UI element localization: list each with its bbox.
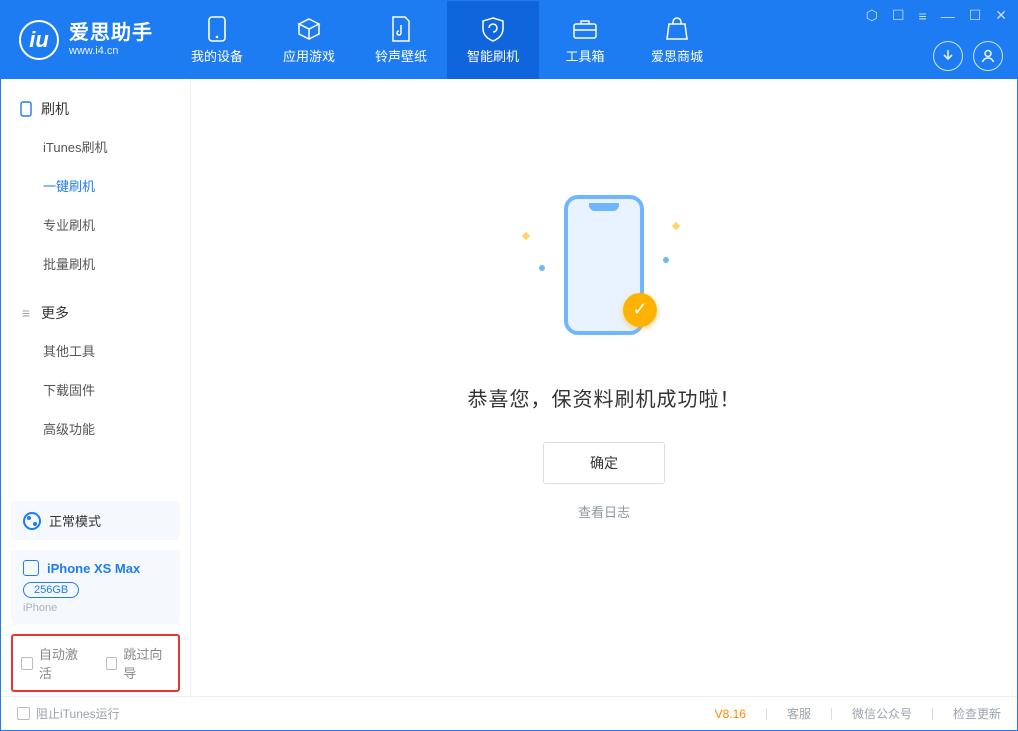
bag-icon: [664, 16, 690, 42]
sidebar-item-download-fw[interactable]: 下载固件: [1, 370, 190, 409]
divider: [831, 708, 832, 720]
flash-options-highlighted: 自动激活 跳过向导: [11, 634, 180, 692]
checkbox-label: 跳过向导: [123, 644, 170, 682]
close-button[interactable]: ✕: [995, 7, 1007, 24]
section-label: 更多: [41, 303, 69, 323]
music-file-icon: [388, 16, 414, 42]
checkbox-icon: [17, 707, 30, 720]
sidebar-item-oneclick-flash[interactable]: 一键刷机: [1, 166, 190, 205]
checkbox-block-itunes[interactable]: 阻止iTunes运行: [17, 705, 120, 722]
ok-button[interactable]: 确定: [543, 442, 665, 484]
sidebar-item-batch-flash[interactable]: 批量刷机: [1, 244, 190, 283]
minimize-button[interactable]: —: [941, 8, 955, 24]
device-small-icon: [23, 560, 39, 576]
wechat-link[interactable]: 微信公众号: [852, 705, 912, 722]
version-label: V8.16: [715, 707, 746, 721]
tab-apps-games[interactable]: 应用游戏: [263, 1, 355, 79]
sidebar-item-advanced[interactable]: 高级功能: [1, 409, 190, 448]
tab-smart-flash[interactable]: 智能刷机: [447, 1, 539, 79]
body: 刷机 iTunes刷机 一键刷机 专业刷机 批量刷机 ≡ 更多 其他工具 下载固…: [1, 79, 1017, 696]
app-window: iu 爱思助手 www.i4.cn 我的设备 应用游戏 铃声壁纸 智能刷机: [0, 0, 1018, 731]
feedback-icon[interactable]: ☐: [892, 7, 905, 24]
main-tabs: 我的设备 应用游戏 铃声壁纸 智能刷机 工具箱 爱思商城: [171, 1, 723, 79]
footer: 阻止iTunes运行 V8.16 客服 微信公众号 检查更新: [1, 696, 1017, 730]
brand: iu 爱思助手 www.i4.cn: [1, 1, 171, 79]
tab-toolbox[interactable]: 工具箱: [539, 1, 631, 79]
tab-label: 工具箱: [565, 46, 604, 65]
main-content: ✓ 恭喜您，保资料刷机成功啦！ 确定 查看日志: [191, 79, 1017, 696]
sidebar-section-more: ≡ 更多: [1, 289, 190, 331]
checkbox-label: 阻止iTunes运行: [36, 705, 120, 722]
tab-label: 智能刷机: [467, 46, 519, 65]
mode-label: 正常模式: [49, 511, 101, 530]
tab-store[interactable]: 爱思商城: [631, 1, 723, 79]
sidebar-item-other-tools[interactable]: 其他工具: [1, 331, 190, 370]
section-label: 刷机: [41, 99, 69, 119]
checkbox-icon: [106, 657, 118, 670]
sidebar-item-pro-flash[interactable]: 专业刷机: [1, 205, 190, 244]
tab-my-device[interactable]: 我的设备: [171, 1, 263, 79]
device-icon: [19, 102, 33, 116]
device-type: iPhone: [23, 602, 168, 614]
brand-name: 爱思助手: [69, 21, 153, 45]
toolbox-icon: [572, 16, 598, 42]
support-link[interactable]: 客服: [787, 705, 811, 722]
tab-label: 我的设备: [191, 46, 243, 65]
checkbox-icon: [21, 657, 33, 670]
storage-badge: 256GB: [23, 582, 79, 598]
mode-card[interactable]: 正常模式: [11, 501, 180, 540]
tab-label: 铃声壁纸: [375, 46, 427, 65]
phone-icon: [204, 16, 230, 42]
checkbox-skip-wizard[interactable]: 跳过向导: [106, 644, 171, 682]
list-icon: ≡: [19, 306, 33, 320]
view-log-link[interactable]: 查看日志: [578, 502, 630, 521]
tab-label: 爱思商城: [651, 46, 703, 65]
brand-logo-icon: iu: [19, 20, 59, 60]
tab-label: 应用游戏: [283, 46, 335, 65]
checkbox-auto-activate[interactable]: 自动激活: [21, 644, 86, 682]
brand-url: www.i4.cn: [69, 45, 153, 58]
download-button[interactable]: [933, 41, 963, 71]
checkmark-badge-icon: ✓: [623, 293, 657, 327]
header: iu 爱思助手 www.i4.cn 我的设备 应用游戏 铃声壁纸 智能刷机: [1, 1, 1017, 79]
window-controls: ⬡ ☐ ≡ — ☐ ✕: [866, 7, 1007, 24]
device-name: iPhone XS Max: [47, 561, 140, 576]
menu-icon[interactable]: ≡: [919, 8, 927, 24]
shield-refresh-icon: [480, 16, 506, 42]
user-button[interactable]: [973, 41, 1003, 71]
sidebar-item-itunes-flash[interactable]: iTunes刷机: [1, 127, 190, 166]
mode-icon: [23, 512, 41, 530]
divider: [932, 708, 933, 720]
sidebar-section-flash: 刷机: [1, 85, 190, 127]
divider: [766, 708, 767, 720]
check-update-link[interactable]: 检查更新: [953, 705, 1001, 722]
success-message: 恭喜您，保资料刷机成功啦！: [468, 383, 741, 412]
tab-ring-wall[interactable]: 铃声壁纸: [355, 1, 447, 79]
shirt-icon[interactable]: ⬡: [866, 7, 878, 24]
success-illustration: ✓: [509, 195, 699, 345]
sidebar: 刷机 iTunes刷机 一键刷机 专业刷机 批量刷机 ≡ 更多 其他工具 下载固…: [1, 79, 191, 696]
checkbox-label: 自动激活: [39, 644, 86, 682]
device-card[interactable]: iPhone XS Max 256GB iPhone: [11, 550, 180, 624]
cube-icon: [296, 16, 322, 42]
maximize-button[interactable]: ☐: [969, 7, 982, 24]
